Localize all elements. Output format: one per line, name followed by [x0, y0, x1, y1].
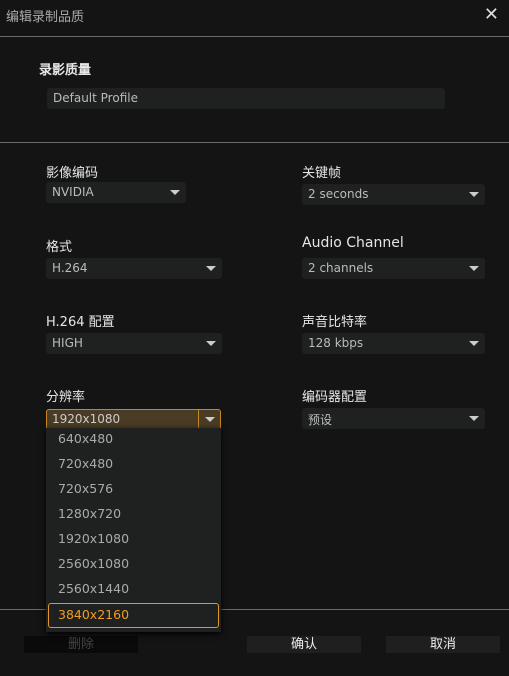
h264-profile-value: HIGH [52, 336, 83, 350]
resolution-label: 分辨率 [46, 390, 86, 405]
keyframe-select[interactable]: 2 seconds [302, 184, 485, 205]
chevron-down-icon [198, 410, 220, 429]
encoder-preset-label: 编码器配置 [302, 390, 368, 405]
keyframe-label: 关键帧 [302, 166, 342, 181]
close-icon[interactable]: ✕ [484, 4, 499, 25]
audio-bitrate-select[interactable]: 128 kbps [302, 333, 485, 354]
chevron-down-icon [463, 333, 485, 354]
chevron-down-icon [200, 258, 222, 279]
resolution-option[interactable]: 1280x720 [46, 503, 221, 528]
audio-channel-value: 2 channels [308, 261, 374, 275]
resolution-option-highlighted[interactable]: 3840x2160 [48, 603, 219, 628]
divider [0, 36, 509, 37]
chevron-down-icon [164, 182, 186, 203]
quality-label: 录影质量 [39, 63, 92, 78]
keyframe-value: 2 seconds [308, 187, 369, 201]
video-encoder-label: 影像编码 [46, 166, 99, 181]
encoder-preset-select[interactable]: 预设 [302, 408, 485, 429]
confirm-button[interactable]: 确认 [247, 636, 361, 653]
resolution-option[interactable]: 720x480 [46, 453, 221, 478]
resolution-option[interactable]: 2560x1440 [46, 578, 221, 603]
resolution-dropdown-list: 640x480 720x480 720x576 1280x720 1920x10… [46, 428, 221, 632]
format-select[interactable]: H.264 [46, 258, 222, 279]
audio-channel-select[interactable]: 2 channels [302, 258, 485, 279]
resolution-option[interactable]: 1920x1080 [46, 528, 221, 553]
audio-bitrate-label: 声音比特率 [302, 315, 368, 330]
audio-bitrate-value: 128 kbps [308, 336, 364, 350]
chevron-down-icon [463, 258, 485, 279]
h264-profile-label: H.264 配置 [46, 315, 115, 330]
divider [0, 142, 509, 143]
profile-name-input[interactable]: Default Profile [47, 88, 445, 109]
resolution-option[interactable]: 640x480 [46, 428, 221, 453]
delete-button[interactable]: 删除 [24, 636, 138, 653]
format-label: 格式 [46, 240, 73, 255]
resolution-select[interactable]: 1920x1080 [46, 409, 221, 430]
h264-profile-select[interactable]: HIGH [46, 333, 222, 354]
chevron-down-icon [463, 184, 485, 205]
resolution-value: 1920x1080 [52, 412, 121, 426]
audio-channel-label: Audio Channel [302, 235, 404, 251]
chevron-down-icon [463, 408, 485, 429]
format-value: H.264 [52, 261, 88, 275]
chevron-down-icon [200, 333, 222, 354]
dialog-title: 编辑录制品质 [6, 10, 85, 25]
resolution-option[interactable]: 720x576 [46, 478, 221, 503]
video-encoder-select[interactable]: NVIDIA [46, 182, 186, 203]
encoder-preset-value: 预设 [308, 413, 333, 427]
cancel-button[interactable]: 取消 [386, 636, 500, 653]
resolution-option[interactable]: 2560x1080 [46, 553, 221, 578]
video-encoder-value: NVIDIA [52, 185, 94, 199]
